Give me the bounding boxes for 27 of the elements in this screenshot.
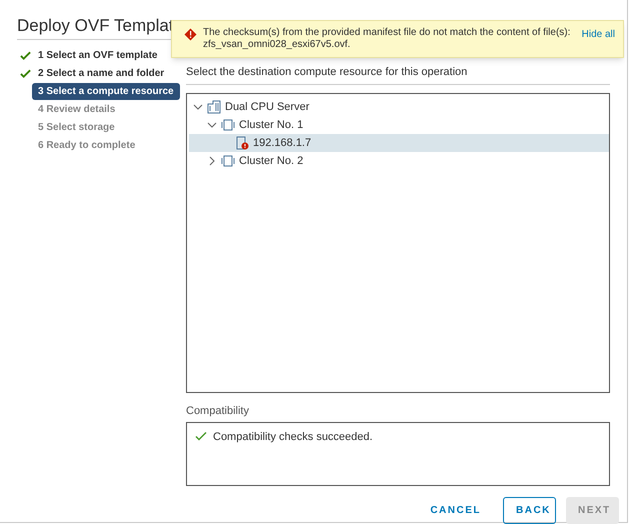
compatibility-message: Compatibility checks succeeded.: [213, 430, 373, 444]
server-error-icon: [235, 136, 249, 150]
wizard-button[interactable]: CANCEL: [418, 497, 493, 524]
wizard-step[interactable]: 2 Select a name and folder: [38, 66, 164, 80]
tree-node[interactable]: 192.168.1.7: [189, 134, 609, 152]
wizard-step[interactable]: 3 Select a compute resource: [32, 82, 180, 100]
window-title: Deploy OVF Templat: [17, 15, 174, 37]
wizard-step[interactable]: 6 Ready to complete: [38, 138, 136, 152]
wizard-button[interactable]: BACK: [503, 497, 556, 524]
instruction-text: Select the destination compute resource for this operation: [186, 65, 468, 80]
tree-node[interactable]: Cluster No. 2: [189, 152, 609, 170]
caret-right-icon[interactable]: [207, 156, 217, 166]
error-icon: [184, 28, 197, 41]
tree-node[interactable]: Dual CPU Server: [189, 98, 609, 116]
compatibility-label: Compatibility: [186, 404, 250, 419]
check-icon: [195, 430, 207, 442]
cluster-icon: [221, 118, 235, 132]
caret-down-icon[interactable]: [193, 102, 203, 112]
cluster-icon: [221, 154, 235, 168]
wizard-step[interactable]: 1 Select an OVF template: [38, 48, 158, 62]
wizard-step[interactable]: 4 Review details: [38, 102, 116, 116]
alert-message: The checksum(s) from the provided manifest file do not match the content of file(s): zfs_vsan_omni028_esxi67v5.ovf.: [203, 27, 572, 51]
building-icon: [207, 100, 221, 114]
wizard-step[interactable]: 5 Select storage: [38, 120, 115, 134]
tree-node[interactable]: Cluster No. 1: [189, 116, 609, 134]
caret-down-icon[interactable]: [207, 120, 217, 130]
hide-all-link[interactable]: Hide all: [582, 27, 615, 42]
